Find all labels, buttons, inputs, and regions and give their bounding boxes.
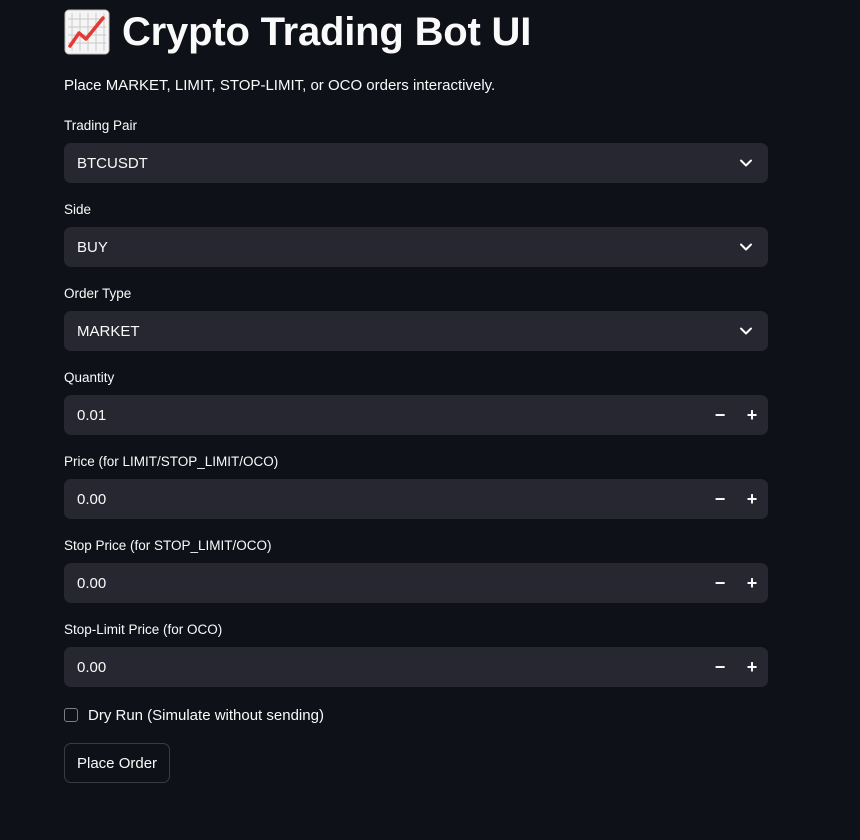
quantity-label: Quantity [64, 370, 115, 385]
place-order-button[interactable]: Place Order [64, 743, 171, 783]
trading-pair-select[interactable]: BTCUSDT [64, 143, 768, 183]
price-decrement-button[interactable]: − [704, 479, 736, 519]
stop-price-input[interactable]: 0.00 [77, 575, 704, 592]
chevron-down-icon[interactable] [726, 311, 766, 351]
page-subtitle: Place MARKET, LIMIT, STOP-LIMIT, or OCO … [64, 77, 496, 94]
stop-price-increment-button[interactable]: + [736, 563, 768, 603]
chevron-down-icon[interactable] [726, 143, 766, 183]
page-title: Crypto Trading Bot UI [122, 9, 532, 54]
order-type-select[interactable]: MARKET [64, 311, 768, 351]
chevron-down-icon[interactable] [726, 227, 766, 267]
order-type-value: MARKET [77, 322, 140, 340]
side-select[interactable]: BUY [64, 227, 768, 267]
stop-limit-price-increment-button[interactable]: + [736, 647, 768, 687]
stop-limit-price-label: Stop-Limit Price (for OCO) [64, 622, 223, 637]
quantity-stepper[interactable]: 0.01 − + [64, 395, 768, 435]
quantity-decrement-button[interactable]: − [704, 395, 736, 435]
stop-limit-price-stepper[interactable]: 0.00 − + [64, 647, 768, 687]
order-type-label: Order Type [64, 286, 132, 301]
title-row: Crypto Trading Bot UI [64, 8, 531, 56]
price-increment-button[interactable]: + [736, 479, 768, 519]
dry-run-label[interactable]: Dry Run (Simulate without sending) [88, 707, 324, 724]
stop-limit-price-stepper-controls: − + [704, 647, 768, 687]
quantity-increment-button[interactable]: + [736, 395, 768, 435]
quantity-input[interactable]: 0.01 [77, 407, 704, 424]
side-value: BUY [77, 238, 108, 256]
price-stepper-controls: − + [704, 479, 768, 519]
stop-price-stepper[interactable]: 0.00 − + [64, 563, 768, 603]
stop-limit-price-input[interactable]: 0.00 [77, 659, 704, 676]
stop-limit-price-decrement-button[interactable]: − [704, 647, 736, 687]
dry-run-checkbox-row[interactable]: Dry Run (Simulate without sending) [64, 705, 324, 725]
stop-price-stepper-controls: − + [704, 563, 768, 603]
chart-increasing-icon [64, 9, 110, 55]
side-label: Side [64, 202, 92, 217]
trading-pair-label: Trading Pair [64, 118, 138, 133]
price-label: Price (for LIMIT/STOP_LIMIT/OCO) [64, 454, 279, 469]
stop-price-label: Stop Price (for STOP_LIMIT/OCO) [64, 538, 272, 553]
quantity-stepper-controls: − + [704, 395, 768, 435]
dry-run-checkbox[interactable] [64, 708, 78, 722]
stop-price-decrement-button[interactable]: − [704, 563, 736, 603]
trading-pair-value: BTCUSDT [77, 154, 148, 172]
price-input[interactable]: 0.00 [77, 491, 704, 508]
price-stepper[interactable]: 0.00 − + [64, 479, 768, 519]
app-page: Crypto Trading Bot UI Place MARKET, LIMI… [0, 0, 860, 840]
